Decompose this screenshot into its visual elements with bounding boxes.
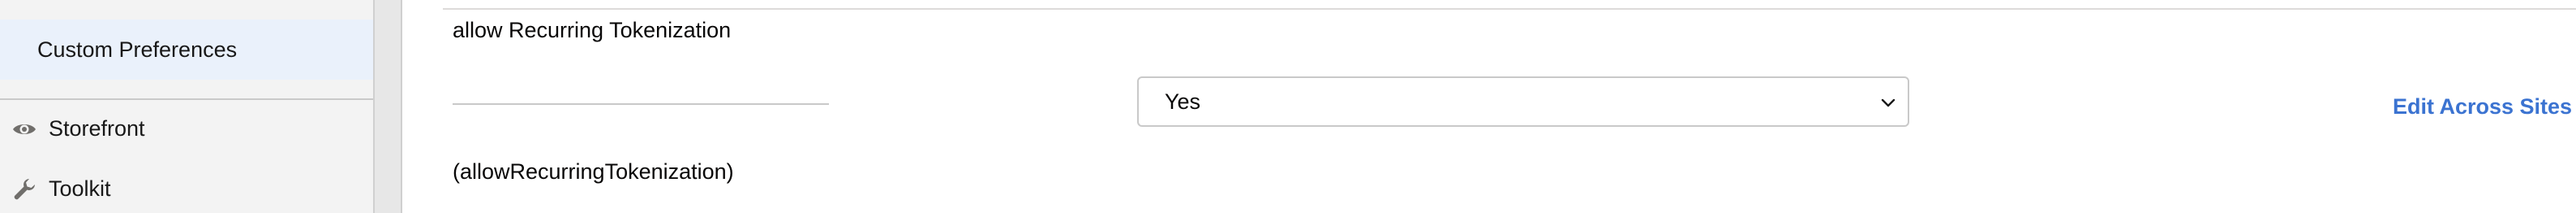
preference-value-select[interactable]: Yes: [1137, 76, 1909, 127]
divider: [443, 8, 2576, 10]
sidebar-item-toolkit[interactable]: Toolkit: [0, 164, 373, 213]
sidebar-scrollbar[interactable]: [373, 0, 402, 213]
wrench-icon: [11, 176, 37, 202]
sidebar-item-custom-preferences[interactable]: Custom Preferences: [0, 20, 373, 80]
eye-icon: [11, 116, 37, 142]
preference-underline: [453, 103, 829, 105]
sidebar-item-storefront[interactable]: Storefront: [0, 104, 373, 153]
select-value: Yes: [1165, 89, 1201, 114]
sidebar-item-label: Toolkit: [49, 176, 111, 201]
preference-id: (allowRecurringTokenization): [453, 159, 734, 184]
sidebar-item-label: Storefront: [49, 116, 145, 141]
chevron-down-icon: [1878, 93, 1898, 112]
sidebar-item-label: Custom Preferences: [37, 37, 238, 62]
sidebar-divider: [0, 98, 373, 100]
preference-label: allow Recurring Tokenization: [453, 18, 732, 42]
edit-across-sites-link[interactable]: Edit Across Sites: [2393, 94, 2572, 120]
sidebar: Custom Preferences Storefront Toolkit: [0, 0, 373, 213]
